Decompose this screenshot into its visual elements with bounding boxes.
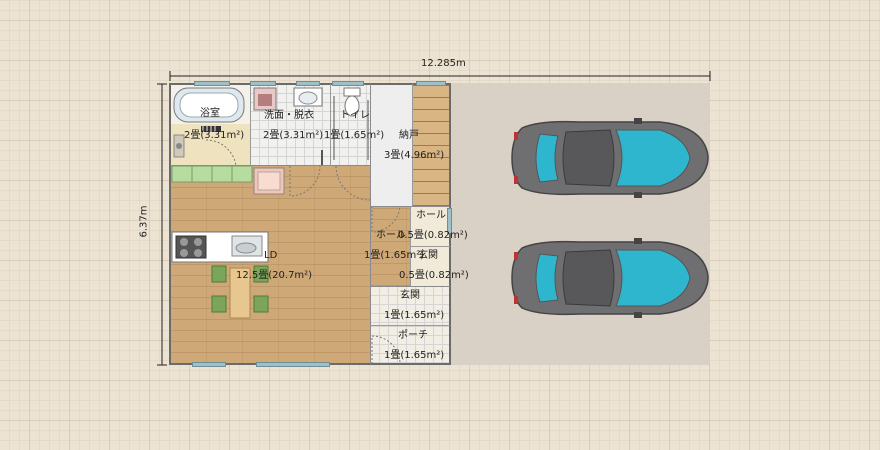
toilet-room-size: 1畳(1.65m²)	[324, 130, 385, 141]
bath-door-arc	[205, 139, 237, 167]
hall-small-size: 0.5畳(0.82m²)	[398, 230, 468, 241]
chair	[211, 295, 227, 313]
inner-wall	[410, 246, 450, 247]
ldk-size: 12.5畳(20.7m²)	[236, 270, 313, 281]
wash-room-size: 2畳(3.31m²)	[263, 130, 324, 141]
window[interactable]	[192, 362, 226, 367]
inner-wall	[170, 165, 370, 166]
window[interactable]	[296, 81, 320, 86]
entry-size: 1畳(1.65m²)	[384, 310, 445, 321]
ldk-door-arc-right	[335, 165, 371, 201]
window[interactable]	[250, 81, 276, 86]
kitchen-upper-counter	[171, 165, 253, 183]
window[interactable]	[194, 81, 230, 86]
hall-door-arc	[371, 205, 401, 233]
ldk-name: LD	[264, 250, 278, 261]
porch-name: ポーチ	[398, 330, 428, 341]
window[interactable]	[332, 81, 364, 86]
window[interactable]	[256, 362, 330, 367]
inner-wall	[412, 84, 413, 206]
inner-wall	[370, 84, 371, 364]
faucet-icon	[173, 134, 185, 158]
hall-main-size: 1畳(1.65m²)	[364, 250, 425, 261]
outer-wall-left	[169, 83, 171, 365]
car-icon[interactable]	[510, 238, 710, 318]
ldk-door-arc-left	[289, 165, 321, 197]
hall-small-name: ホール	[416, 210, 446, 221]
chair	[211, 265, 227, 283]
storage-room-size: 3畳(4.96m²)	[384, 150, 445, 161]
floor-plan-canvas[interactable]: 12.285m 6.37m 浴室 2畳(3.31m²) 洗面・脱衣 2畳(3.3…	[0, 0, 880, 450]
bath-room-size: 2畳(3.31m²)	[184, 130, 245, 141]
entry-small-size: 0.5畳(0.82m²)	[399, 270, 469, 281]
hall-main-name: ホール	[376, 230, 406, 241]
window[interactable]	[416, 81, 446, 86]
wash-room-name: 洗面・脱衣	[264, 110, 314, 121]
chair	[253, 295, 269, 313]
inner-wall	[250, 84, 251, 166]
inner-wall	[370, 325, 450, 326]
wash-basin-icon	[293, 87, 323, 107]
car-icon[interactable]	[510, 118, 710, 198]
inner-wall	[330, 84, 331, 166]
bath-room-name: 浴室	[200, 108, 220, 119]
fixtures-layer	[171, 87, 401, 365]
storage-room-name: 納戸	[399, 130, 419, 141]
kitchen-island	[171, 231, 269, 263]
washing-machine-icon	[253, 87, 277, 111]
refrigerator-icon	[253, 167, 285, 195]
toilet-room-name: トイレ	[340, 110, 370, 121]
inner-wall	[370, 286, 450, 287]
entry-small-name: 玄関	[418, 250, 438, 261]
entry-name: 玄関	[400, 290, 420, 301]
porch-size: 1畳(1.65m²)	[384, 350, 445, 361]
